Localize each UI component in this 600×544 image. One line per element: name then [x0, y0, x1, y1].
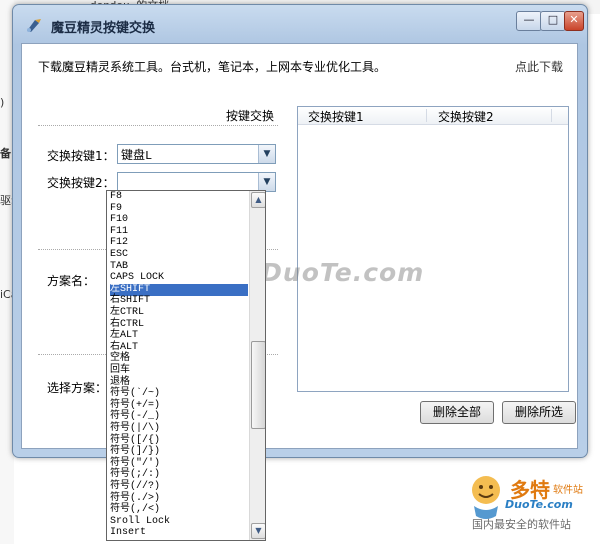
close-button[interactable]: ✕ [564, 11, 584, 31]
dropdown-option[interactable]: 符号(-/_) [110, 411, 248, 423]
dropdown-option[interactable]: TAB [110, 261, 248, 273]
dropdown-option[interactable]: 左CTRL [110, 307, 248, 319]
dropdown-option[interactable]: 符号(,/<) [110, 504, 248, 516]
dropdown-option[interactable]: 符号(|/\) [110, 423, 248, 435]
window-title: 魔豆精灵按键交换 [51, 21, 156, 36]
select-scheme-label: 选择方案： [47, 381, 108, 395]
dropdown-option[interactable]: F9 [110, 203, 248, 215]
dropdown-option[interactable]: F12 [110, 237, 248, 249]
dropdown-option[interactable]: 符号(;/:) [110, 469, 248, 481]
column-divider [426, 109, 427, 122]
scroll-down-icon[interactable]: ▼ [251, 523, 265, 539]
dropdown-option[interactable]: 符号(]/}) [110, 446, 248, 458]
column-divider [551, 109, 552, 122]
key1-value: 键盘L [121, 149, 153, 163]
dropdown-option[interactable]: 右SHIFT [110, 295, 248, 307]
delete-all-button[interactable]: 删除全部 [420, 401, 494, 424]
dropdown-option[interactable]: 右CTRL [110, 319, 248, 331]
delete-selected-button[interactable]: 删除所选 [502, 401, 576, 424]
dropdown-option[interactable]: 右ALT [110, 342, 248, 354]
watermark-tagline: 国内最安全的软件站 [472, 518, 571, 531]
section-label: 按键交换 [226, 109, 275, 123]
dropdown-option[interactable]: F11 [110, 226, 248, 238]
dropdown-option[interactable]: 符号("/') [110, 458, 248, 470]
minimize-button[interactable]: — [516, 11, 542, 31]
app-icon [27, 19, 41, 32]
key2-combo[interactable]: ▼ [117, 172, 276, 192]
swap-list[interactable]: 交换按键1 交换按键2 [297, 106, 569, 392]
key2-label: 交换按键2： [47, 176, 115, 190]
key2-dropdown-list[interactable]: F8 F9 F10 F11 F12 ESC TAB CAPS LOCK 左SHI… [106, 190, 266, 541]
scroll-up-icon[interactable]: ▲ [251, 192, 265, 208]
dropdown-option[interactable]: 退格 [110, 377, 248, 389]
section-divider [38, 125, 278, 126]
scrollbar-thumb[interactable] [251, 341, 265, 429]
dropdown-option-selected[interactable]: 左SHIFT [110, 283, 248, 296]
watermark-site: DuoTe.com [505, 498, 573, 511]
key1-combo[interactable]: 键盘L ▼ [117, 144, 276, 164]
background-fragment: ) [0, 96, 5, 109]
dropdown-scrollbar[interactable]: ▲ ▼ [249, 191, 265, 540]
banner-text: 下载魔豆精灵系统工具。台式机，笔记本，上网本专业优化工具。 [38, 60, 387, 74]
key1-label: 交换按键1： [47, 149, 115, 163]
dropdown-option[interactable]: 空格 [110, 353, 248, 365]
maximize-button[interactable]: □ [540, 11, 566, 31]
dropdown-option[interactable]: F8 [110, 191, 248, 203]
list-header: 交换按键1 交换按键2 [298, 107, 568, 125]
dropdown-option[interactable]: 符号(//?) [110, 481, 248, 493]
dropdown-option[interactable]: Insert [110, 527, 248, 539]
dropdown-option[interactable]: 回车 [110, 365, 248, 377]
key-swap-window: 魔豆精灵按键交换 — □ ✕ 下载魔豆精灵系统工具。台式机，笔记本，上网本专业优… [12, 4, 588, 458]
chevron-down-icon[interactable]: ▼ [258, 173, 275, 191]
chevron-down-icon[interactable]: ▼ [258, 145, 275, 163]
column-header-key1[interactable]: 交换按键1 [308, 108, 364, 125]
dropdown-option[interactable]: 符号([/{) [110, 435, 248, 447]
dropdown-option[interactable]: 符号(`/~) [110, 388, 248, 400]
dropdown-option[interactable]: Sroll Lock [110, 516, 248, 528]
download-link[interactable]: 点此下载 [515, 58, 563, 75]
column-header-key2[interactable]: 交换按键2 [438, 108, 494, 125]
scheme-name-label: 方案名： [47, 274, 96, 288]
dropdown-option[interactable]: CAPS LOCK [110, 272, 248, 284]
watermark-brand-sub: 软件站 [553, 485, 583, 496]
dropdown-option[interactable]: 符号(./>) [110, 493, 248, 505]
dropdown-option[interactable]: 左ALT [110, 330, 248, 342]
dropdown-option[interactable]: ESC [110, 249, 248, 261]
window-client-area: 下载魔豆精灵系统工具。台式机，笔记本，上网本专业优化工具。 点此下载 按键交换 … [21, 43, 578, 449]
dropdown-option[interactable]: F10 [110, 214, 248, 226]
background-fragment: 备 [0, 147, 11, 160]
dropdown-option[interactable]: 符号(+/=) [110, 400, 248, 412]
